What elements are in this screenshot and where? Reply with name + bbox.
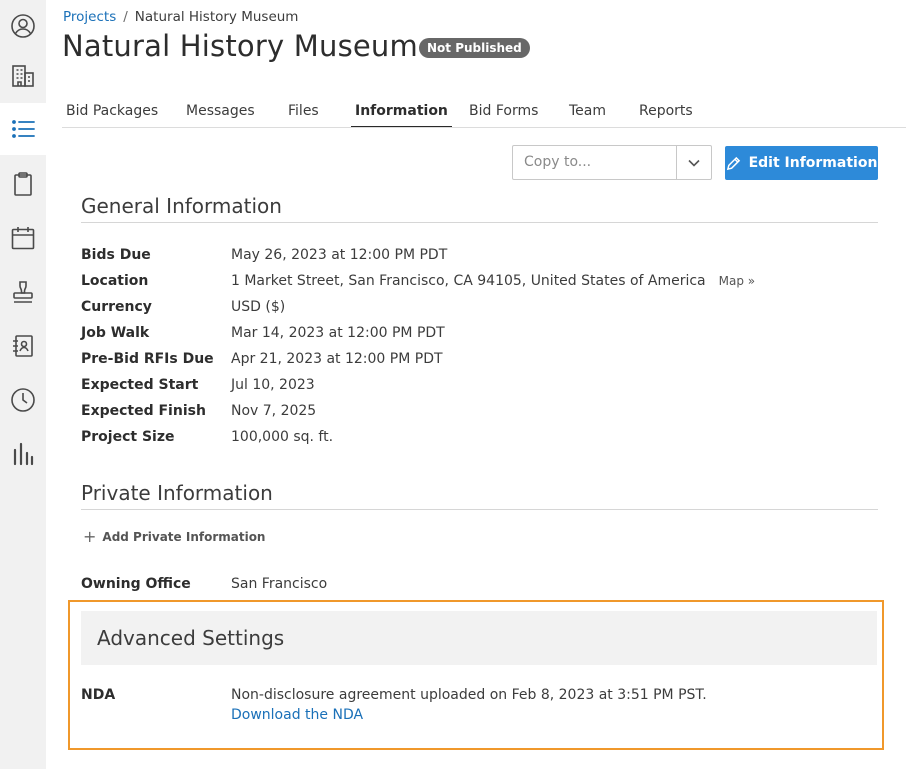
rail-item-calendar[interactable] (0, 212, 46, 264)
general-information-heading: General Information (81, 194, 282, 218)
location-text: 1 Market Street, San Francisco, CA 94105… (231, 273, 706, 289)
rail-item-projects[interactable] (0, 103, 46, 155)
address-book-icon (13, 335, 33, 357)
chevron-down-icon (688, 159, 700, 167)
field-label-owning-office: Owning Office (81, 576, 191, 592)
tab-team[interactable]: Team (565, 100, 610, 128)
field-value-bids-due: May 26, 2023 at 12:00 PM PDT (231, 247, 448, 263)
private-information-divider (81, 509, 878, 510)
tab-bid-forms[interactable]: Bid Forms (465, 100, 542, 128)
field-value-expected-start: Jul 10, 2023 (231, 377, 315, 393)
breadcrumb-current: Natural History Museum (134, 9, 299, 25)
tab-bar-divider (62, 127, 906, 128)
rail-item-approvals[interactable] (0, 266, 46, 318)
tab-information[interactable]: Information (351, 100, 452, 128)
field-label-location: Location (81, 273, 149, 289)
tab-files[interactable]: Files (284, 100, 323, 128)
stamp-icon (13, 281, 33, 303)
private-information-heading: Private Information (81, 481, 273, 505)
field-value-pre-bid-rfis-due: Apr 21, 2023 at 12:00 PM PDT (231, 351, 443, 367)
rail-item-history[interactable] (0, 374, 46, 426)
building-icon (12, 65, 34, 87)
advanced-settings-header: Advanced Settings (81, 611, 877, 665)
tab-reports[interactable]: Reports (635, 100, 697, 128)
field-value-owning-office: San Francisco (231, 576, 328, 592)
calendar-icon (11, 227, 35, 250)
rail-item-profile[interactable] (0, 0, 46, 52)
tab-bid-packages[interactable]: Bid Packages (62, 100, 162, 128)
advanced-settings-heading: Advanced Settings (97, 626, 285, 650)
add-private-information-label: Add Private Information (102, 529, 266, 544)
plus-icon: + (83, 527, 97, 546)
edit-information-button[interactable]: Edit Information (725, 146, 878, 180)
clipboard-icon (14, 172, 32, 196)
breadcrumb-separator: / (123, 9, 128, 25)
download-nda-link[interactable]: Download the NDA (231, 707, 363, 723)
status-badge: Not Published (419, 38, 530, 58)
field-label-nda: NDA (81, 687, 116, 703)
general-information-divider (81, 222, 878, 223)
pencil-icon (726, 156, 740, 170)
copy-to-select[interactable]: Copy to... (512, 145, 712, 180)
field-label-expected-finish: Expected Finish (81, 403, 206, 419)
field-value-nda: Non-disclosure agreement uploaded on Feb… (231, 687, 707, 703)
breadcrumb: Projects / Natural History Museum (63, 9, 298, 25)
rail-item-contacts[interactable] (0, 320, 46, 372)
rail-item-companies[interactable] (0, 50, 46, 102)
field-label-pre-bid-rfis-due: Pre-Bid RFIs Due (81, 351, 214, 367)
copy-to-placeholder: Copy to... (524, 154, 592, 170)
copy-to-dropdown-toggle[interactable] (676, 146, 711, 179)
field-value-job-walk: Mar 14, 2023 at 12:00 PM PDT (231, 325, 445, 341)
field-label-currency: Currency (81, 299, 152, 315)
field-value-currency: USD ($) (231, 299, 286, 315)
field-label-expected-start: Expected Start (81, 377, 199, 393)
map-link[interactable]: Map » (719, 274, 755, 288)
field-label-job-walk: Job Walk (81, 325, 150, 341)
add-private-information-button[interactable]: + Add Private Information (83, 527, 265, 546)
field-value-project-size: 100,000 sq. ft. (231, 429, 334, 445)
left-nav-rail (0, 0, 46, 769)
clock-icon (11, 388, 35, 412)
bar-chart-icon (13, 442, 34, 466)
list-icon (12, 120, 35, 138)
field-label-bids-due: Bids Due (81, 247, 151, 263)
edit-information-label: Edit Information (748, 155, 878, 171)
field-label-project-size: Project Size (81, 429, 175, 445)
breadcrumb-projects-link[interactable]: Projects (63, 9, 116, 25)
page-title: Natural History Museum (62, 29, 418, 63)
rail-item-reports[interactable] (0, 428, 46, 480)
rail-item-tasks[interactable] (0, 158, 46, 210)
field-value-expected-finish: Nov 7, 2025 (231, 403, 317, 419)
field-value-location: 1 Market Street, San Francisco, CA 94105… (231, 273, 755, 289)
user-icon (11, 14, 35, 38)
tab-messages[interactable]: Messages (182, 100, 259, 128)
